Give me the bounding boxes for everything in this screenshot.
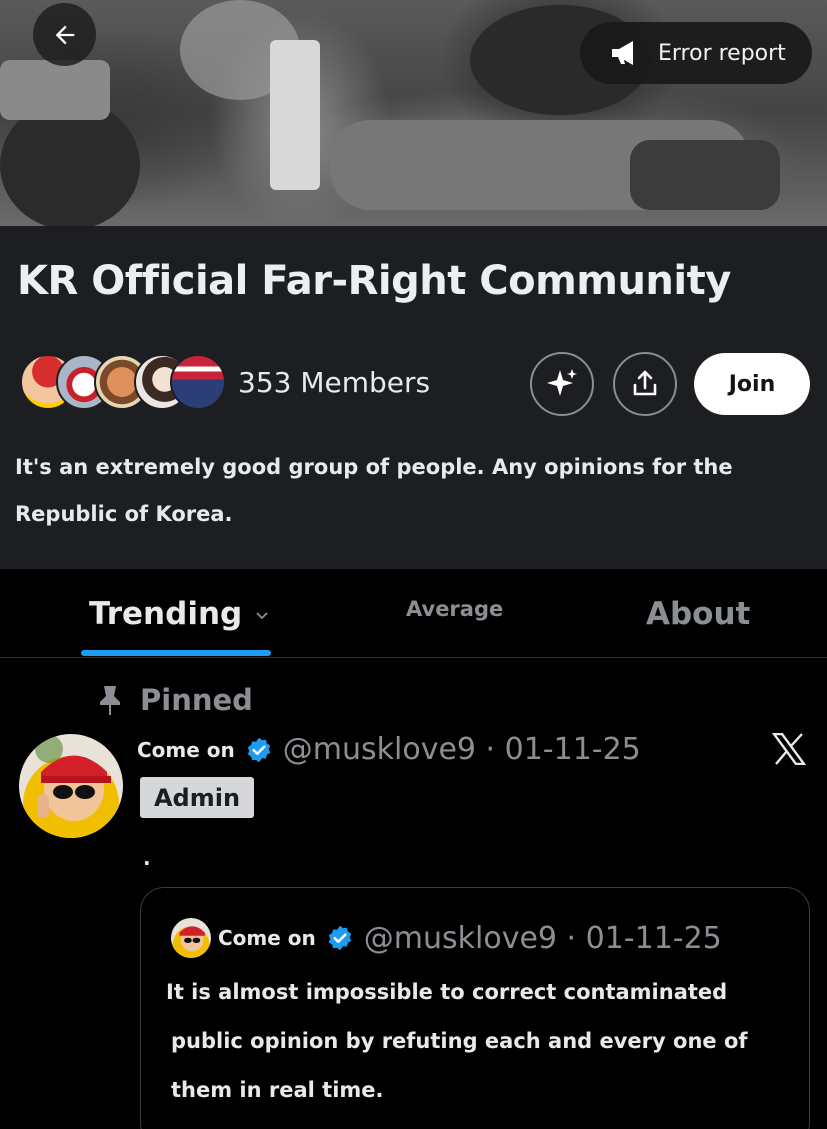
active-tab-indicator <box>81 650 271 656</box>
share-button[interactable] <box>613 352 677 416</box>
author-name: Come on <box>218 926 316 950</box>
tab-bar: Trending Average About <box>0 569 827 658</box>
pin-icon <box>100 686 120 715</box>
avatar <box>170 354 226 410</box>
megaphone-icon <box>612 41 633 65</box>
tab-trending[interactable]: Trending <box>89 569 270 658</box>
quote-line: them in real time. <box>171 1078 384 1102</box>
avatar-image <box>19 734 123 838</box>
avatar-image <box>171 918 211 958</box>
author-name[interactable]: Come on <box>137 738 235 762</box>
tab-label: Trending <box>89 595 243 632</box>
tab-about[interactable]: About <box>646 569 750 658</box>
quote-line: public opinion by refuting each and ever… <box>171 1029 748 1053</box>
community-title: KR Official Far-Right Community <box>17 258 731 304</box>
sparkle-icon <box>547 369 577 396</box>
author-handle-date: @musklove9 · 01-11-25 <box>363 920 722 956</box>
admin-badge: Admin <box>140 777 254 818</box>
avatar <box>171 918 211 958</box>
post-header: Come on @musklove9 · 01-11-25 <box>137 732 641 767</box>
banner-shape <box>0 60 110 120</box>
verified-badge-icon <box>247 737 270 762</box>
member-avatars[interactable] <box>20 354 226 410</box>
x-logo-icon <box>772 733 806 765</box>
quoted-post[interactable]: Come on @musklove9 · 01-11-25 It is almo… <box>140 887 810 1129</box>
pinned-indicator: Pinned <box>96 683 253 717</box>
avatar[interactable] <box>19 734 123 838</box>
community-description: It's an extremely good group of people. … <box>15 455 733 526</box>
error-report-button[interactable]: Error report <box>580 22 812 84</box>
share-icon <box>633 370 657 396</box>
author-handle-date[interactable]: @musklove9 · 01-11-25 <box>283 732 641 767</box>
chevron-down-icon <box>256 611 268 619</box>
tab-average[interactable]: Average <box>406 564 503 653</box>
post-body: . <box>143 846 151 870</box>
error-report-label: Error report <box>658 40 786 66</box>
quoted-post-header: Come on @musklove9 · 01-11-25 <box>218 918 722 958</box>
join-button[interactable]: Join <box>694 353 810 415</box>
quoted-post-text: It is almost impossible to correct conta… <box>166 968 786 1115</box>
banner-shape <box>630 140 780 210</box>
member-count[interactable]: 353 Members <box>238 366 430 399</box>
back-button[interactable] <box>33 3 96 66</box>
community-header: KR Official Far-Right Community 353 Memb… <box>0 226 827 569</box>
arrow-left-icon <box>55 25 74 44</box>
sparkle-button[interactable] <box>530 352 594 416</box>
pinned-label: Pinned <box>140 683 253 717</box>
community-banner: Error report <box>0 0 827 226</box>
verified-badge-icon <box>328 925 351 951</box>
quote-line: It is almost impossible to correct conta… <box>166 980 728 1004</box>
banner-shape <box>270 40 320 190</box>
